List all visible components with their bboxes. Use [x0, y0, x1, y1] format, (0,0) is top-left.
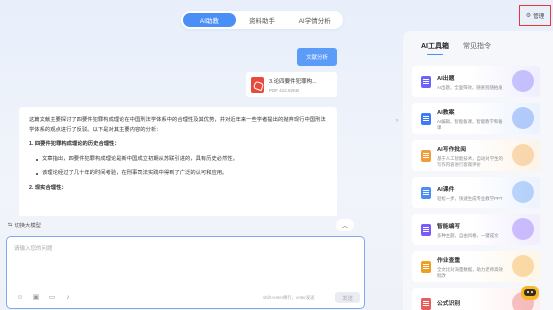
tool-text: AI教案 AI编辑，智能备课，智能教学和备课: [437, 107, 505, 130]
robot-face: [524, 289, 536, 296]
tool-decoration: [512, 181, 534, 203]
answer-section-1-title: 1. 四要件犯罪构成理论的历史合理性：: [29, 141, 120, 147]
chat-input-box: ☺ ▣ ▭ ♪ shift+enter换行，enter发送 发送: [6, 236, 365, 309]
manage-label: 管理: [533, 13, 545, 20]
tool-text: 公式识别: [437, 298, 505, 310]
tool-text: AI出题 AI出题，全面筛效，随查别随拍发: [437, 73, 505, 90]
tool-desc: 多种主题，自由风格，一键成文: [437, 232, 499, 238]
tool-name: AI写作批阅: [437, 147, 466, 154]
tab-common-commands[interactable]: 常见指令: [463, 41, 491, 55]
switch-model-label: 切换大模型: [14, 222, 41, 229]
tool-card[interactable]: AI出题 AI出题，全面筛效，随查别随拍发: [412, 66, 540, 97]
folder-icon[interactable]: ▭: [48, 293, 56, 301]
tool-card[interactable]: 作业查重全文比对海量数据，助力老师高效批改: [412, 251, 540, 282]
tool-name: AI出题: [437, 75, 455, 82]
robot-assistant-icon[interactable]: [519, 283, 541, 303]
user-message-bubble: 文献分析: [297, 48, 337, 66]
switch-model-button[interactable]: ⇆ 切换大模型: [8, 219, 41, 230]
tool-name: 作业查重: [437, 258, 461, 265]
tool-text: AI课件轻松一步，快速生成专业教学PPT: [437, 184, 505, 201]
tool-desc: AI出题，全面筛效，随查别随拍发: [437, 84, 503, 90]
tool-name: 公式识别: [437, 300, 461, 307]
robot-eye: [531, 291, 533, 293]
tool-card[interactable]: 智能编写多种主题，自由风格，一键成文: [412, 214, 540, 245]
manage-button[interactable]: ⚙ 管理: [519, 5, 551, 26]
chat-thread: 文献分析 3.论四要件犯罪构... PDF 412.92KB 这篇文献主要探讨了…: [14, 36, 354, 216]
tab-resource-helper[interactable]: 资料助手: [236, 13, 289, 27]
assistant-answer: 这篇文献主要探讨了四要件犯罪构成理论在中国刑法学体系中的合理性及其优势，并对近年…: [19, 107, 337, 216]
mode-tab-bar: AI助教 资料助手 AI学情分析: [181, 11, 343, 29]
tab-ai-toolbox[interactable]: AI工具箱: [421, 41, 449, 55]
file-size: PDF 412.92KB: [269, 87, 300, 93]
tool-decoration: [512, 255, 534, 277]
tool-card[interactable]: AI写作批阅基于人工智能技术，自动对学生的写作内容进行客观评价: [412, 140, 540, 171]
sidebar-tabs: AI工具箱 常见指令: [421, 41, 491, 55]
tool-text: AI写作批阅基于人工智能技术，自动对学生的写作内容进行客观评价: [437, 144, 505, 167]
gear-icon: ⚙: [525, 13, 532, 19]
pdf-file-icon: [251, 76, 264, 93]
tool-desc: 基于人工智能技术，自动对学生的写作内容进行客观评价: [437, 156, 503, 167]
answer-section-2-title: 2. 现实合理性：: [29, 184, 67, 191]
input-toolbar: ☺ ▣ ▭ ♪: [16, 293, 72, 302]
tool-decoration: [512, 218, 534, 240]
tool-text: 智能编写多种主题，自由风格，一键成文: [437, 221, 505, 238]
tool-name: 智能编写: [437, 223, 461, 230]
tab-learning-analysis[interactable]: AI学情分析: [288, 13, 341, 27]
tab-ai-assistant[interactable]: AI助教: [183, 13, 236, 27]
tool-decoration: [512, 70, 534, 92]
answer-section-1-list: 文章指出，四要件犯罪构成理论是新中国成立初期从苏联引进的，具有历史必然性。 该理…: [29, 155, 327, 179]
send-button[interactable]: 发送: [335, 292, 360, 303]
file-name: 3.论四要件犯罪构...: [269, 78, 317, 85]
chevron-up-icon[interactable]: ︿: [336, 219, 354, 231]
app-root: AI助教 资料助手 AI学情分析 ⚙ 管理 文献分析 3.论四要件犯罪构... …: [0, 0, 553, 310]
robot-eye: [527, 291, 529, 293]
tool-decoration: [512, 144, 534, 166]
tool-icon: [421, 75, 431, 88]
tool-text: 作业查重全文比对海量数据，助力老师高效批改: [437, 255, 505, 278]
tool-icon: [421, 297, 431, 310]
input-hint: shift+enter换行，enter发送: [263, 295, 315, 300]
tool-desc: AI编辑，智能备课，智能教学和备课: [437, 119, 503, 130]
file-meta: 3.论四要件犯罪构... PDF 412.92KB: [269, 77, 317, 93]
list-item: 该理论经过了几十年的时间考验，在刑事司法实践中得到了广泛的认可和应用。: [29, 169, 327, 179]
tool-decoration: [512, 107, 534, 129]
tool-card[interactable]: AI教案 AI编辑，智能备课，智能教学和备课: [412, 103, 540, 134]
tool-icon: [421, 223, 431, 236]
attached-file-card[interactable]: 3.论四要件犯罪构... PDF 412.92KB: [246, 72, 337, 97]
emoji-icon[interactable]: ☺: [16, 293, 24, 301]
question-input[interactable]: [14, 244, 354, 274]
tool-desc: 轻松一步，快速生成专业教学PPT: [437, 195, 503, 201]
tool-name: AI教案: [437, 110, 455, 117]
tool-name: AI课件: [437, 186, 455, 193]
microphone-icon[interactable]: ♪: [64, 293, 72, 301]
tool-icon: [421, 112, 431, 125]
tool-icon: [421, 260, 431, 273]
image-icon[interactable]: ▣: [32, 293, 40, 301]
tool-list: AI出题 AI出题，全面筛效，随查别随拍发 AI教案 AI编辑，智能备课，智能教学和备…: [412, 66, 540, 310]
answer-intro: 这篇文献主要探讨了四要件犯罪构成理论在中国刑法学体系中的合理性及其优势，并对近年…: [29, 117, 326, 133]
list-item: 文章指出，四要件犯罪构成理论是新中国成立初期从苏联引进的，具有历史必然性。: [29, 155, 327, 165]
chevron-right-icon[interactable]: ›: [394, 115, 400, 127]
switch-icon: ⇆: [8, 221, 13, 228]
tool-card[interactable]: AI课件轻松一步，快速生成专业教学PPT: [412, 177, 540, 208]
tool-desc: 全文比对海量数据，助力老师高效批改: [437, 267, 503, 278]
tool-icon: [421, 149, 431, 162]
tool-sidebar: AI工具箱 常见指令 AI出题 AI出题，全面筛效，随查别随拍发 AI教案 AI编辑，…: [403, 31, 553, 310]
tool-icon: [421, 186, 431, 199]
